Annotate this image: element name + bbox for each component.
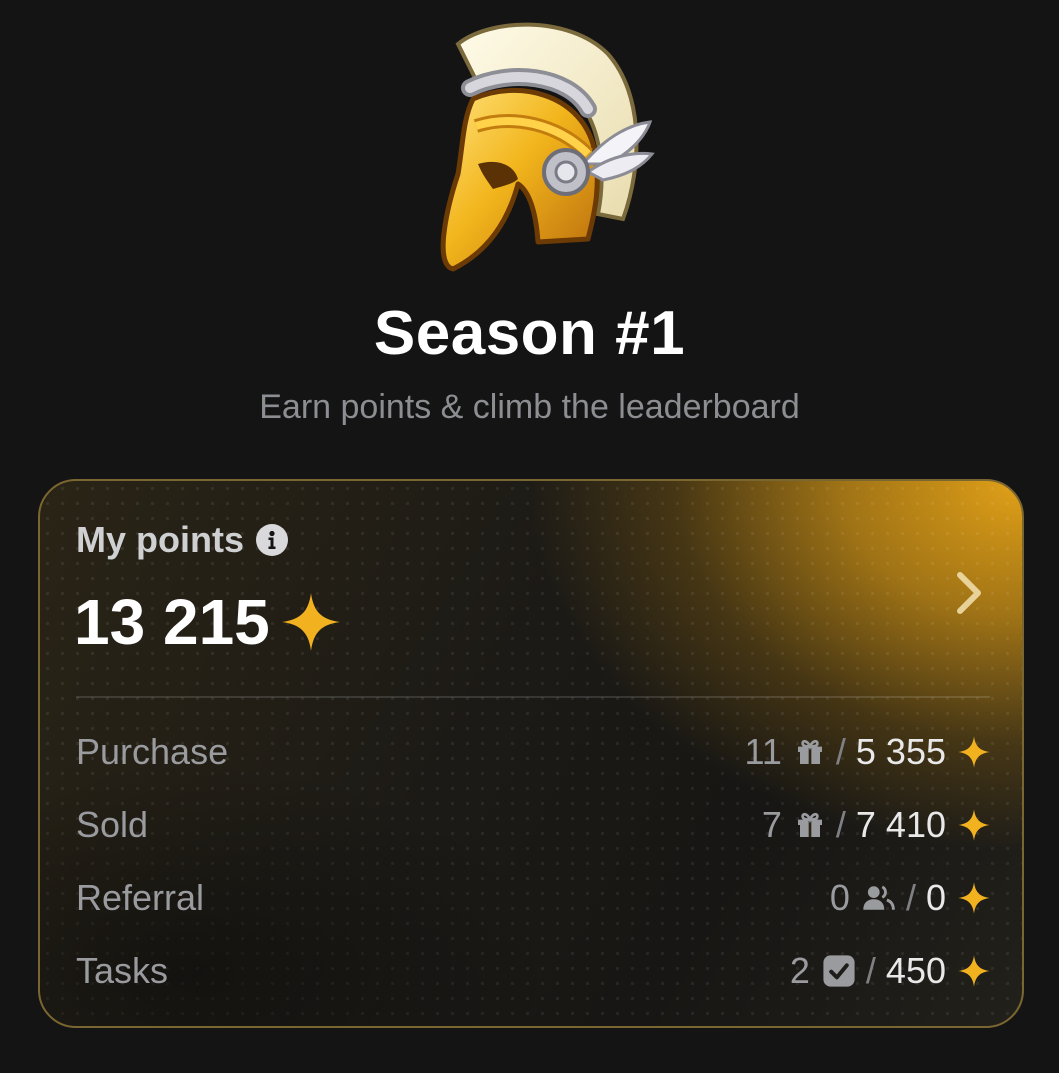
- my-points-label: My points: [76, 519, 244, 560]
- row-count: 0: [829, 877, 850, 918]
- row-count: 2: [789, 950, 810, 991]
- row-separator: /: [835, 731, 846, 772]
- points-row-tasks: Tasks 2 / 450: [76, 946, 992, 996]
- row-separator: /: [905, 877, 916, 918]
- spartan-helmet-icon: [440, 22, 655, 272]
- row-points: 5 355: [855, 731, 946, 772]
- row-points: 7 410: [855, 804, 946, 845]
- points-row-purchase: Purchase 11 / 5 355: [76, 727, 992, 777]
- chevron-right-icon[interactable]: [950, 569, 990, 617]
- row-label: Purchase: [76, 731, 229, 772]
- star-icon: [956, 734, 992, 770]
- row-label: Sold: [76, 804, 149, 845]
- checkbox-icon: [822, 954, 856, 988]
- row-value: 11 / 5 355: [745, 731, 992, 773]
- row-value: 2 / 450: [790, 950, 992, 992]
- points-total-value: 13 215: [74, 586, 270, 658]
- star-icon: [956, 953, 992, 989]
- points-row-sold: Sold 7 / 7 410: [76, 800, 992, 850]
- gift-icon: [794, 736, 826, 768]
- row-count: 11: [744, 731, 782, 772]
- points-row-referral: Referral 0 / 0: [76, 873, 992, 923]
- star-icon: [956, 880, 992, 916]
- points-total: 13 215: [74, 585, 344, 659]
- star-icon: [281, 593, 340, 651]
- row-points: 450: [885, 950, 946, 991]
- star-icon: [956, 807, 992, 843]
- row-label: Referral: [76, 877, 205, 918]
- page-subtitle: Earn points & climb the leaderboard: [259, 388, 800, 426]
- row-value: 0 / 0: [830, 877, 992, 919]
- row-separator: /: [835, 804, 846, 845]
- row-points: 0: [925, 877, 946, 918]
- divider: [76, 696, 990, 698]
- row-value: 7 / 7 410: [762, 804, 992, 846]
- row-count: 7: [761, 804, 782, 845]
- gift-icon: [794, 809, 826, 841]
- my-points-card[interactable]: My points 13 215 Purchase 11 / 5 355 Sol…: [38, 479, 1024, 1028]
- my-points-header: My points: [76, 519, 288, 561]
- info-icon[interactable]: [256, 524, 288, 556]
- row-separator: /: [865, 950, 876, 991]
- users-icon: [862, 882, 896, 914]
- row-label: Tasks: [76, 950, 169, 991]
- page-title: Season #1: [373, 299, 686, 368]
